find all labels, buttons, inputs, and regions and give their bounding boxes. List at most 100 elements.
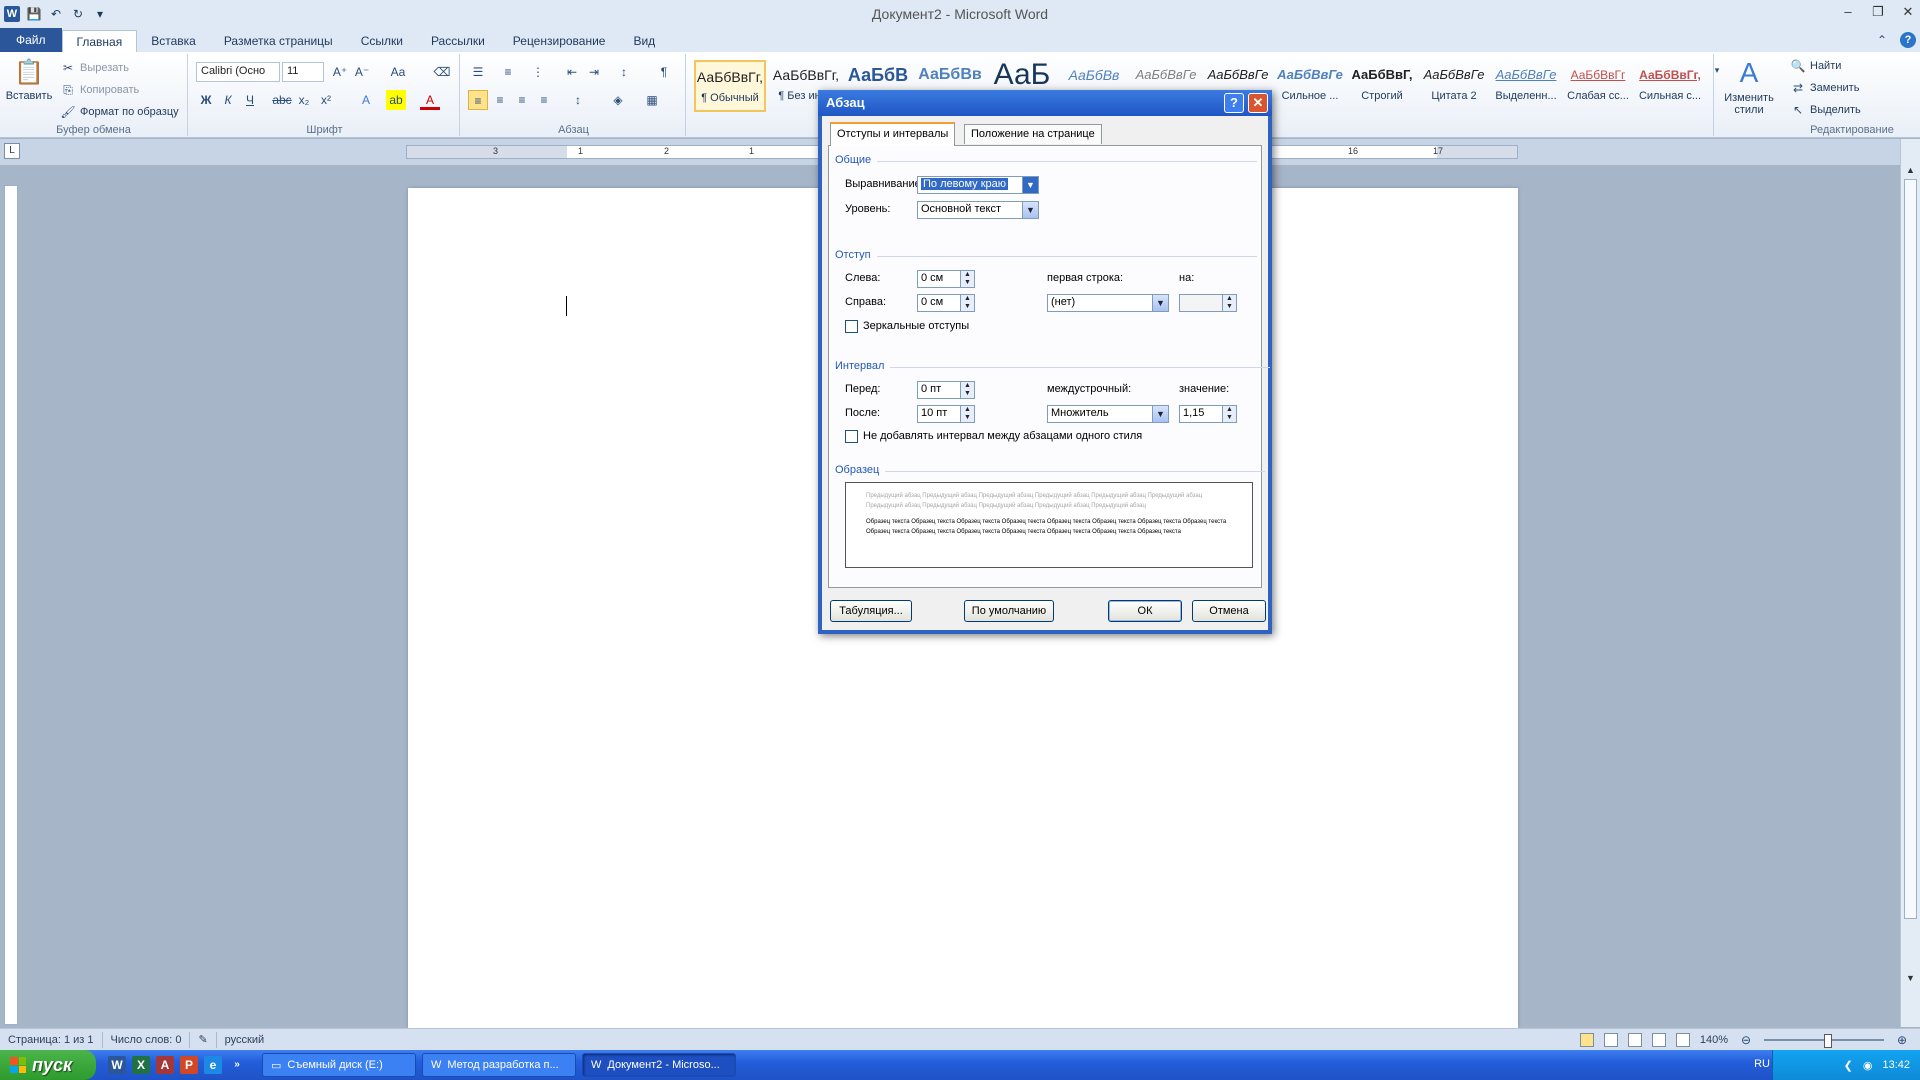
multilevel-list-icon[interactable]: ⋮ — [528, 62, 548, 82]
text-effects-icon[interactable]: A — [356, 90, 376, 110]
style-normal[interactable]: АаБбВвГг, ¶ Обычный — [694, 60, 766, 112]
increase-indent-icon[interactable]: ⇥ — [584, 62, 604, 82]
chevron-down-icon[interactable]: ▼ — [1022, 177, 1038, 193]
full-screen-reading-icon[interactable] — [1603, 1033, 1618, 1047]
close-button[interactable]: ✕ — [1900, 4, 1916, 20]
borders-icon[interactable]: ▦ — [642, 90, 662, 110]
zoom-in-icon[interactable]: ⊕ — [1894, 1032, 1910, 1048]
tab-mailings[interactable]: Рассылки — [417, 30, 499, 52]
no-space-same-style-checkbox[interactable] — [845, 430, 858, 443]
word-launch-icon[interactable]: W — [108, 1056, 126, 1074]
by-input[interactable]: ▲ ▼ — [1179, 294, 1237, 312]
taskbar-word-doc-1[interactable]: W Метод разработка п... — [422, 1053, 576, 1077]
chevron-down-icon[interactable]: ▼ — [1152, 406, 1168, 422]
line-spacing-select[interactable]: Множитель ▼ — [1047, 405, 1169, 423]
spellcheck-icon[interactable]: ✎ — [190, 1031, 217, 1048]
spinner-icon[interactable]: ▲ ▼ — [960, 382, 974, 398]
style-subtle-reference[interactable]: АаБбВвГг Слабая сс... — [1562, 60, 1634, 112]
minimize-ribbon-icon[interactable]: ⌃ — [1874, 32, 1890, 48]
tabs-button[interactable]: Табуляция... — [830, 600, 912, 622]
bullets-icon[interactable]: ☰ — [468, 62, 488, 82]
scroll-thumb[interactable] — [1904, 179, 1917, 919]
style-strong[interactable]: АаБбВвГ, Строгий — [1346, 60, 1418, 112]
browser-launch-icon[interactable]: e — [204, 1056, 222, 1074]
indent-left-input[interactable]: 0 см ▲ ▼ — [917, 270, 975, 288]
first-line-select[interactable]: (нет) ▼ — [1047, 294, 1169, 312]
style-quote[interactable]: АаБбВвГе Цитата 2 — [1418, 60, 1490, 112]
decrease-indent-icon[interactable]: ⇤ — [562, 62, 582, 82]
style-intense-emphasis[interactable]: АаБбВвГе Сильное ... — [1274, 60, 1346, 112]
strikethrough-icon[interactable]: abc — [272, 90, 292, 110]
network-icon[interactable]: ◉ — [1863, 1059, 1873, 1072]
scroll-up-icon[interactable]: ▲ — [1904, 165, 1917, 179]
scroll-down-icon[interactable]: ▼ — [1904, 973, 1917, 987]
minimize-button[interactable]: – — [1840, 4, 1856, 20]
dialog-close-button[interactable]: ✕ — [1248, 93, 1268, 113]
select-button[interactable]: ↖ Выделить — [1790, 102, 1861, 118]
customize-qat-icon[interactable]: ▾ — [92, 6, 108, 22]
replace-button[interactable]: ⇄ Заменить — [1790, 80, 1859, 96]
paste-button[interactable]: 📋 Вставить — [6, 58, 53, 102]
italic-icon[interactable]: К — [218, 90, 238, 110]
line-spacing-icon[interactable]: ↕ — [568, 90, 588, 110]
highlight-icon[interactable]: ab — [386, 90, 406, 110]
vertical-scrollbar[interactable]: ▲ ▼ — [1900, 139, 1920, 1027]
spinner-icon[interactable]: ▲ ▼ — [960, 406, 974, 422]
keyboard-language[interactable]: RU — [1754, 1058, 1770, 1070]
justify-icon[interactable]: ≡ — [534, 90, 554, 110]
grow-font-icon[interactable]: A⁺ — [330, 62, 350, 82]
bold-icon[interactable]: Ж — [196, 90, 216, 110]
copy-button[interactable]: ⎘ Копировать — [60, 82, 139, 98]
web-layout-icon[interactable] — [1627, 1033, 1642, 1047]
mirror-indents-checkbox[interactable] — [845, 320, 858, 333]
powerpoint-launch-icon[interactable]: P — [180, 1056, 198, 1074]
restore-button[interactable]: ❐ — [1870, 4, 1886, 20]
superscript-icon[interactable]: x² — [316, 90, 336, 110]
spacing-before-input[interactable]: 0 пт ▲ ▼ — [917, 381, 975, 399]
spacing-after-input[interactable]: 10 пт ▲ ▼ — [917, 405, 975, 423]
undo-icon[interactable]: ↶ — [48, 6, 64, 22]
cut-button[interactable]: ✂ Вырезать — [60, 60, 129, 76]
language-indicator[interactable]: русский — [217, 1032, 272, 1048]
font-size-combo[interactable]: 11 — [282, 62, 324, 82]
word-count[interactable]: Число слов: 0 — [103, 1031, 191, 1048]
chevron-down-icon[interactable]: ▼ — [1022, 202, 1038, 218]
access-launch-icon[interactable]: A — [156, 1056, 174, 1074]
underline-icon[interactable]: Ч — [240, 90, 260, 110]
tab-view[interactable]: Вид — [619, 30, 669, 52]
find-button[interactable]: 🔍 Найти — [1790, 58, 1842, 74]
spinner-icon[interactable]: ▲ ▼ — [1222, 295, 1236, 311]
change-case-icon[interactable]: Aa — [388, 62, 408, 82]
align-right-icon[interactable]: ≡ — [512, 90, 532, 110]
draft-view-icon[interactable] — [1675, 1033, 1690, 1047]
print-layout-view-icon[interactable] — [1579, 1033, 1594, 1047]
tab-review[interactable]: Рецензирование — [499, 30, 620, 52]
spinner-icon[interactable]: ▲ ▼ — [960, 271, 974, 287]
clear-formatting-icon[interactable]: ⌫ — [432, 62, 452, 82]
subscript-icon[interactable]: x₂ — [294, 90, 314, 110]
numbering-icon[interactable]: ≡ — [498, 62, 518, 82]
tab-insert[interactable]: Вставка — [137, 30, 210, 52]
chevron-right-icon[interactable]: » — [228, 1056, 246, 1074]
tab-file[interactable]: Файл — [0, 28, 62, 52]
start-button[interactable]: пуск — [0, 1050, 96, 1080]
show-marks-icon[interactable]: ¶ — [654, 62, 674, 82]
clock[interactable]: 13:42 — [1882, 1059, 1910, 1071]
spinner-icon[interactable]: ▲ ▼ — [1222, 406, 1236, 422]
tab-home[interactable]: Главная — [61, 30, 138, 52]
chevron-down-icon[interactable]: ▼ — [1152, 295, 1168, 311]
at-input[interactable]: 1,15 ▲ ▼ — [1179, 405, 1237, 423]
font-color-icon[interactable]: A — [420, 90, 440, 110]
style-intense-reference[interactable]: АаБбВвГг, Сильная с... — [1634, 60, 1706, 112]
page-count[interactable]: Страница: 1 из 1 — [0, 1031, 103, 1048]
help-icon[interactable]: ? — [1900, 32, 1916, 48]
outline-view-icon[interactable] — [1651, 1033, 1666, 1047]
spinner-icon[interactable]: ▲ ▼ — [960, 295, 974, 311]
excel-launch-icon[interactable]: X — [132, 1056, 150, 1074]
tray-arrow-icon[interactable]: ❮ — [1844, 1059, 1853, 1072]
save-icon[interactable]: 💾 — [26, 6, 42, 22]
shading-icon[interactable]: ◈ — [608, 90, 628, 110]
shrink-font-icon[interactable]: A⁻ — [352, 62, 372, 82]
indent-right-input[interactable]: 0 см ▲ ▼ — [917, 294, 975, 312]
tab-selector-icon[interactable]: L — [4, 143, 20, 159]
